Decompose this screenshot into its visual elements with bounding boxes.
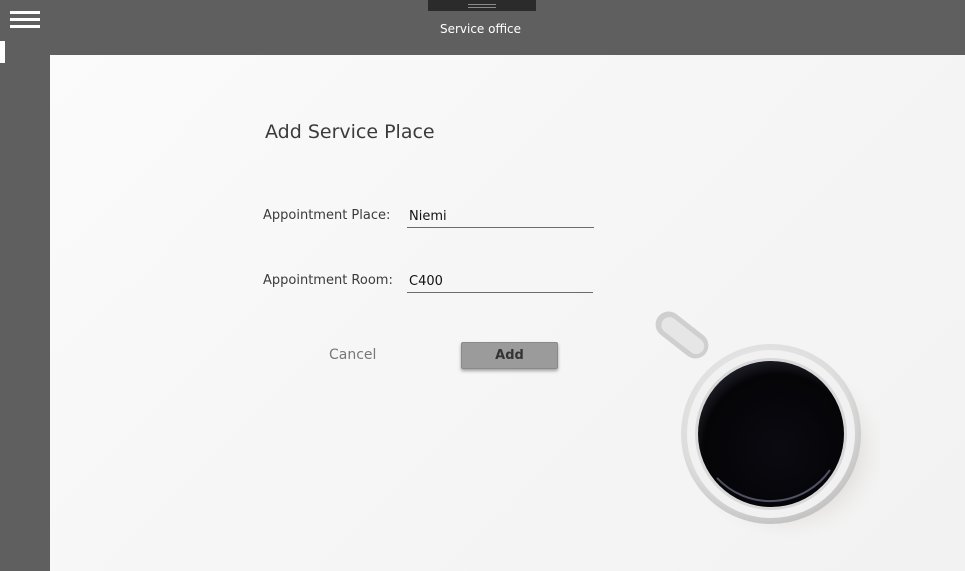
appointment-place-label: Appointment Place: xyxy=(263,208,391,223)
appointment-place-input[interactable] xyxy=(407,206,594,228)
hamburger-line xyxy=(10,25,40,28)
page-title: Add Service Place xyxy=(265,121,435,143)
hamburger-line xyxy=(10,18,40,21)
drag-handle-line xyxy=(468,4,496,5)
nav-selection-indicator xyxy=(0,41,5,63)
add-button[interactable]: Add xyxy=(461,342,558,369)
coffee-cup-image xyxy=(655,311,880,540)
drag-handle[interactable] xyxy=(428,0,536,11)
app-window: Service office Add Service Place Appoint… xyxy=(0,0,965,571)
hamburger-menu-icon[interactable] xyxy=(10,11,40,31)
appointment-room-label: Appointment Room: xyxy=(263,273,393,288)
app-title: Service office xyxy=(439,22,522,36)
content-panel: Add Service Place Appointment Place: App… xyxy=(50,55,965,571)
appointment-room-input[interactable] xyxy=(407,271,593,293)
cancel-button[interactable]: Cancel xyxy=(329,347,376,363)
drag-handle-line xyxy=(468,7,496,8)
title-bar: Service office xyxy=(0,0,965,55)
hamburger-line xyxy=(10,11,40,14)
